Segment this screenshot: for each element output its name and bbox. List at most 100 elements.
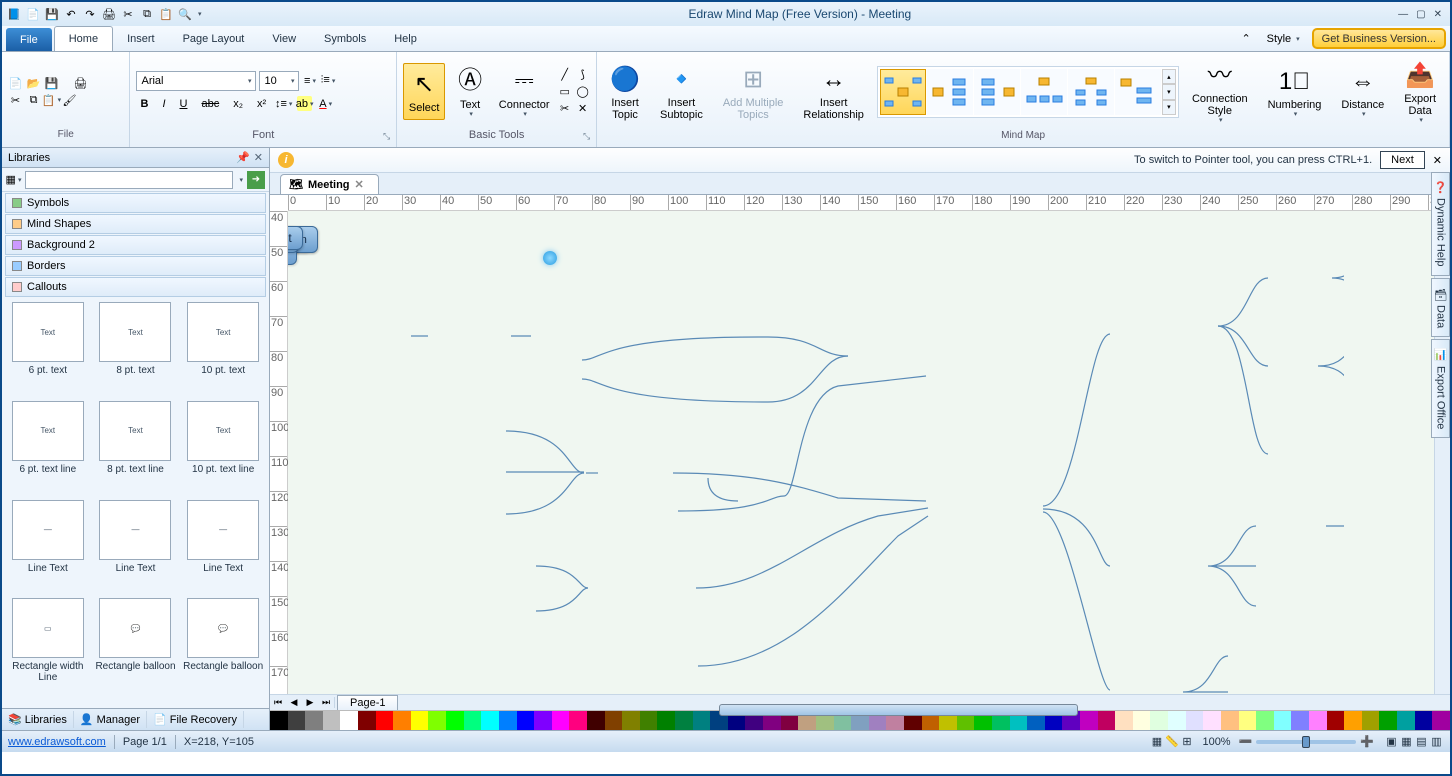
palette-swatch[interactable] <box>499 711 517 730</box>
tab-page-layout[interactable]: Page Layout <box>169 26 259 51</box>
shape-item[interactable]: ▭Rectangle width Line <box>6 598 90 704</box>
highlight-icon[interactable]: ab▾ <box>297 96 312 111</box>
side-tab-dynamic-help[interactable]: ❓Dynamic Help <box>1431 172 1450 276</box>
palette-swatch[interactable] <box>446 711 464 730</box>
layout-org[interactable] <box>1068 69 1114 115</box>
palette-swatch[interactable] <box>1133 711 1151 730</box>
palette-swatch[interactable] <box>622 711 640 730</box>
footer-tab-libraries[interactable]: 📚Libraries <box>2 711 74 728</box>
collapse-ribbon-icon[interactable]: ⌃ <box>1233 26 1258 51</box>
canvas[interactable]: Purpose Purpose Purpose Solution Result … <box>288 211 1434 694</box>
tools-dialog-launcher[interactable]: ⤡ <box>583 131 590 142</box>
lib-category-symbols[interactable]: Symbols <box>5 193 266 213</box>
insert-topic-button[interactable]: 🔵Insert Topic <box>603 58 647 126</box>
numbering-button[interactable]: 1⃣Numbering▾ <box>1261 60 1329 124</box>
palette-swatch[interactable] <box>428 711 446 730</box>
save-icon[interactable]: 💾 <box>44 6 60 22</box>
font-color-icon[interactable]: A▾ <box>318 96 333 111</box>
palette-swatch[interactable] <box>358 711 376 730</box>
app-icon[interactable]: 📘 <box>6 6 22 22</box>
bullets-icon[interactable]: ⫶≡▾ <box>320 73 335 88</box>
website-link[interactable]: www.edrawsoft.com <box>8 736 106 748</box>
library-search-input[interactable] <box>25 171 233 189</box>
page-tab[interactable]: Page-1 <box>337 695 398 711</box>
shape-item[interactable]: —Line Text <box>94 500 178 595</box>
palette-swatch[interactable] <box>1239 711 1257 730</box>
crop-tool-icon[interactable]: ✂ <box>557 101 572 116</box>
palette-swatch[interactable] <box>1168 711 1186 730</box>
layout-tree-down[interactable] <box>1021 69 1067 115</box>
hint-close-icon[interactable]: ✕ <box>1433 154 1442 167</box>
shape-item[interactable]: Text10 pt. text <box>181 302 265 397</box>
redo-icon[interactable]: ↷ <box>82 6 98 22</box>
text-tool-button[interactable]: ⒶText▾ <box>449 60 491 124</box>
palette-swatch[interactable] <box>464 711 482 730</box>
shape-item[interactable]: —Line Text <box>6 500 90 595</box>
palette-swatch[interactable] <box>657 711 675 730</box>
shape-item[interactable]: 💬Rectangle balloon <box>181 598 265 704</box>
palette-swatch[interactable] <box>517 711 535 730</box>
gallery-up[interactable]: ▴ <box>1162 69 1176 84</box>
underline-button[interactable]: U <box>176 95 192 113</box>
palette-swatch[interactable] <box>1221 711 1239 730</box>
connection-style-button[interactable]: 〰Connection Style▾ <box>1185 54 1255 130</box>
node-pr-dept[interactable]: PR Department <box>288 226 303 250</box>
close-panel-icon[interactable]: ✕ <box>254 151 263 164</box>
palette-swatch[interactable] <box>693 711 711 730</box>
cut-icon[interactable]: ✂ <box>120 6 136 22</box>
document-tab-meeting[interactable]: 🗺Meeting✕ <box>280 174 379 194</box>
nav-next[interactable]: ▶ <box>302 697 318 708</box>
connector-tool-button[interactable]: ⎓Connector▾ <box>495 60 553 124</box>
style-button[interactable]: Style▾ <box>1259 26 1308 51</box>
palette-swatch[interactable] <box>569 711 587 730</box>
palette-swatch[interactable] <box>1203 711 1221 730</box>
palette-swatch[interactable] <box>552 711 570 730</box>
shape-item[interactable]: Text6 pt. text line <box>6 401 90 496</box>
insert-relationship-button[interactable]: ↔Insert Relationship <box>796 58 871 126</box>
palette-swatch[interactable] <box>1415 711 1433 730</box>
status-grid-icon[interactable]: ▦ <box>1149 734 1164 749</box>
tab-insert[interactable]: Insert <box>113 26 169 51</box>
palette-swatch[interactable] <box>1256 711 1274 730</box>
side-tab-export-office[interactable]: 📊Export Office <box>1431 339 1450 438</box>
palette-swatch[interactable] <box>305 711 323 730</box>
format-painter-icon[interactable]: 🖌 <box>62 93 77 108</box>
delete-tool-icon[interactable]: ✕ <box>575 101 590 116</box>
font-size-select[interactable]: 10▾ <box>259 71 299 91</box>
save-file-icon[interactable]: 💾 <box>44 76 59 91</box>
pin-icon[interactable]: 📌 <box>236 151 250 164</box>
palette-swatch[interactable] <box>1098 711 1116 730</box>
tab-home[interactable]: Home <box>54 26 113 51</box>
palette-swatch[interactable] <box>1309 711 1327 730</box>
lib-category-mind-shapes[interactable]: Mind Shapes <box>5 214 266 234</box>
copy-icon[interactable]: ⧉ <box>139 6 155 22</box>
zoom-slider[interactable] <box>1256 740 1356 744</box>
font-dialog-launcher[interactable]: ⤡ <box>383 131 390 142</box>
shape-item[interactable]: Text8 pt. text line <box>94 401 178 496</box>
distance-button[interactable]: ⇔Distance▾ <box>1334 60 1391 124</box>
palette-swatch[interactable] <box>1432 711 1450 730</box>
palette-swatch[interactable] <box>393 711 411 730</box>
maximize-button[interactable]: ▢ <box>1416 9 1425 20</box>
tab-help[interactable]: Help <box>380 26 431 51</box>
export-data-button[interactable]: 📤Export Data▾ <box>1397 54 1443 130</box>
bold-button[interactable]: B <box>136 95 152 113</box>
palette-swatch[interactable] <box>675 711 693 730</box>
palette-swatch[interactable] <box>288 711 306 730</box>
palette-swatch[interactable] <box>270 711 288 730</box>
floating-marker[interactable] <box>543 251 557 265</box>
layout-radial[interactable] <box>880 69 926 115</box>
lib-category-callouts[interactable]: Callouts <box>5 277 266 297</box>
layout-left[interactable] <box>974 69 1020 115</box>
palette-swatch[interactable] <box>1397 711 1415 730</box>
gallery-more[interactable]: ▾ <box>1162 100 1176 115</box>
align-icon[interactable]: ≡▾ <box>302 73 317 88</box>
view-mode-2[interactable]: ▦ <box>1399 734 1414 749</box>
zoom-in-button[interactable]: ➕ <box>1360 735 1374 748</box>
view-mode-4[interactable]: ▥ <box>1429 734 1444 749</box>
palette-swatch[interactable] <box>411 711 429 730</box>
superscript-button[interactable]: x² <box>253 95 270 113</box>
subscript-button[interactable]: x₂ <box>229 95 247 113</box>
view-mode-1[interactable]: ▣ <box>1384 734 1399 749</box>
new-file-icon[interactable]: 📄 <box>8 76 23 91</box>
